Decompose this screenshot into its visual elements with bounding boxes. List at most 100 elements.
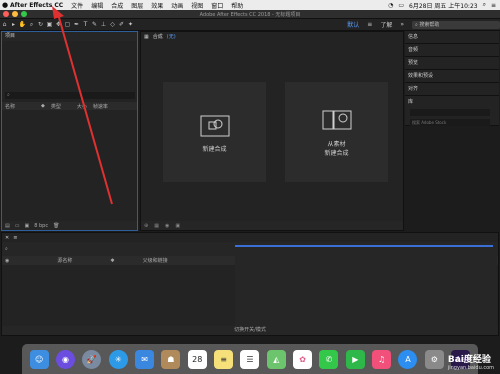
comp-tab-value[interactable]: (无) — [167, 33, 176, 40]
library-title[interactable]: 库 — [408, 99, 413, 105]
project-panel-title[interactable]: 项目 — [2, 32, 137, 41]
eraser-tool-icon[interactable]: ◇ — [108, 21, 117, 28]
interpret-icon[interactable]: ▤ — [5, 223, 10, 229]
menu-bar: ● After Effects CC 文件 编辑 合成 图层 效果 动画 视图 … — [0, 0, 500, 10]
zoom-tool-icon[interactable]: ⌕ — [27, 21, 36, 29]
workspace-default[interactable]: 默认 — [347, 20, 359, 29]
timeline-col-source[interactable]: 源名称 — [57, 257, 72, 264]
selection-tool-icon[interactable]: ▸ — [9, 21, 18, 28]
new-composition-button[interactable]: 新建合成 — [163, 82, 266, 182]
close-tab-icon[interactable]: ✕ — [5, 235, 9, 241]
new-comp-from-footage-button[interactable]: 从素材 新建合成 — [285, 82, 388, 182]
panel-effects-presets[interactable]: 效果和预设 — [405, 70, 499, 83]
project-columns: 名称 ◆ 类型 大小 帧速率 — [2, 102, 137, 110]
wifi-icon[interactable]: ◔ — [388, 2, 393, 9]
camera-icon[interactable]: ◉ — [165, 223, 169, 229]
new-comp-icon[interactable]: ▣ — [24, 223, 29, 229]
timeline-track-area[interactable] — [235, 255, 497, 335]
watermark-url: jingyan.baidu.com — [447, 365, 494, 371]
workspace-switcher: 默认 ≡ 了解 » — [347, 20, 404, 29]
switches-icon[interactable]: ✱ — [110, 258, 114, 264]
menu-edit[interactable]: 编辑 — [91, 1, 103, 10]
pen-tool-icon[interactable]: ✒ — [72, 21, 81, 28]
workspace-learn[interactable]: 了解 — [380, 20, 392, 29]
menu-icon[interactable]: ≡ — [13, 235, 17, 241]
col-size[interactable]: 大小 — [77, 103, 87, 110]
safari-icon[interactable]: ✳ — [108, 349, 128, 369]
time-ruler[interactable] — [235, 245, 493, 255]
menu-effect[interactable]: 效果 — [151, 1, 163, 10]
library-search-input[interactable]: 搜索 Adobe Stock — [410, 119, 490, 126]
clock[interactable]: 6月28日 周五 上午10:23 — [409, 1, 478, 10]
library-select[interactable] — [410, 109, 490, 116]
comp-tab[interactable]: 合成 — [153, 33, 163, 40]
brush-tool-icon[interactable]: ✎ — [90, 21, 99, 28]
watermark: Bai度经验 jingyan.baidu.com — [448, 352, 494, 371]
text-tool-icon[interactable]: T — [81, 21, 90, 28]
menu-file[interactable]: 文件 — [71, 1, 83, 10]
timeline-footer[interactable]: 切换开关/模式 — [2, 326, 498, 335]
pan-tool-icon[interactable]: ✥ — [54, 21, 63, 28]
from-footage-label: 从素材 新建合成 — [324, 139, 348, 157]
mail-icon[interactable]: ✉ — [135, 349, 155, 369]
notes-icon[interactable]: ≡ — [214, 349, 234, 369]
menu-animation[interactable]: 动画 — [171, 1, 183, 10]
roto-tool-icon[interactable]: ✐ — [117, 21, 126, 28]
bpc-label[interactable]: 8 bpc — [34, 223, 48, 229]
menu-window[interactable]: 窗口 — [211, 1, 223, 10]
facetime-icon[interactable]: ▶ — [345, 349, 365, 369]
menu-composition[interactable]: 合成 — [111, 1, 123, 10]
puppet-tool-icon[interactable]: ✦ — [126, 21, 135, 28]
col-fps[interactable]: 帧速率 — [93, 103, 108, 110]
menu-view[interactable]: 视图 — [191, 1, 203, 10]
music-icon[interactable]: ♫ — [372, 349, 392, 369]
project-search-input[interactable]: ⌕ — [5, 92, 135, 99]
project-panel: 项目 ⌕ 名称 ◆ 类型 大小 帧速率 ▤ ▭ ▣ 8 bpc 🗑 — [1, 31, 138, 231]
calendar-icon[interactable]: 28 — [187, 349, 207, 369]
panel-library: 库 搜索 Adobe Stock — [405, 96, 499, 126]
more-icon[interactable]: » — [400, 21, 404, 28]
new-folder-icon[interactable]: ▭ — [15, 223, 20, 229]
col-type[interactable]: 类型 — [51, 103, 61, 110]
preferences-icon[interactable]: ⚙ — [424, 349, 444, 369]
av-switches-icon[interactable]: ◉ — [5, 258, 9, 264]
siri-icon[interactable]: ◉ — [56, 349, 76, 369]
apple-icon[interactable]: ● — [0, 1, 10, 9]
finder-icon[interactable]: ☺ — [29, 349, 49, 369]
app-menu[interactable]: After Effects CC — [10, 2, 63, 9]
maps-icon[interactable]: ◭ — [266, 349, 286, 369]
menu-list-icon[interactable]: ≡ — [491, 2, 496, 9]
appstore-icon[interactable]: A — [398, 349, 418, 369]
search-icon[interactable]: ⌕ — [483, 1, 486, 9]
resolution-icon[interactable]: ▣ — [175, 223, 180, 229]
panel-preview[interactable]: 预览 — [405, 57, 499, 70]
contacts-icon[interactable]: ☗ — [161, 349, 181, 369]
hand-tool-icon[interactable]: ✋ — [18, 21, 27, 28]
rotate-tool-icon[interactable]: ↻ — [36, 21, 45, 28]
label-icon: ◆ — [41, 103, 45, 109]
col-name[interactable]: 名称 — [5, 103, 15, 110]
trash-icon[interactable]: 🗑 — [53, 223, 59, 229]
panel-info[interactable]: 信息 — [405, 31, 499, 44]
messages-icon[interactable]: ✆ — [319, 349, 339, 369]
stamp-tool-icon[interactable]: ⊥ — [99, 21, 108, 28]
menu-layer[interactable]: 图层 — [131, 1, 143, 10]
search-icon[interactable]: ⌕ — [5, 246, 8, 252]
home-icon[interactable]: ⌂ — [0, 21, 9, 28]
panel-audio[interactable]: 音频 — [405, 44, 499, 57]
grid-icon[interactable]: ▦ — [154, 223, 159, 229]
panel-align[interactable]: 对齐 — [405, 83, 499, 96]
rectangle-tool-icon[interactable]: ▢ — [63, 21, 72, 28]
timeline-col-parent[interactable]: 父级和链接 — [143, 257, 168, 264]
menu-help[interactable]: 帮助 — [231, 1, 243, 10]
timeline-panel: ✕ ≡ ⌕ ◉ 源名称 ✱ 父级和链接 切换开关/模式 — [1, 232, 499, 336]
launchpad-icon[interactable]: 🚀 — [82, 349, 102, 369]
battery-icon[interactable]: ▭ — [398, 2, 404, 9]
help-search-input[interactable]: ⌕ 搜索帮助 — [412, 20, 500, 29]
reminders-icon[interactable]: ☰ — [240, 349, 260, 369]
lock-icon[interactable]: ▦ — [144, 34, 149, 40]
camera-tool-icon[interactable]: ▣ — [45, 21, 54, 28]
magnify-icon[interactable]: ⊕ — [144, 223, 148, 229]
photos-icon[interactable]: ✿ — [293, 349, 313, 369]
workspace-menu[interactable]: ≡ — [367, 21, 372, 28]
